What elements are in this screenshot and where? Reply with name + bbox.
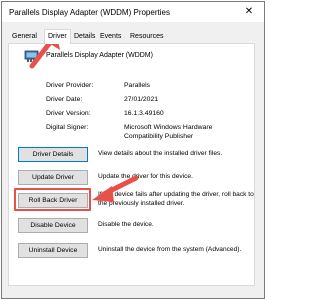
button-arrow-annotation bbox=[92, 175, 139, 202]
driver-date-label: Driver Date: bbox=[46, 96, 83, 103]
tab-details[interactable]: Details bbox=[74, 31, 95, 43]
disable-device-description: Disable the device. bbox=[98, 221, 154, 228]
digital-signer-label: Digital Signer: bbox=[46, 124, 89, 131]
digital-signer-value: Microsoft Windows Hardware Compatibility… bbox=[124, 124, 213, 140]
driver-details-description: View details about the installed driver … bbox=[98, 150, 223, 157]
driver-provider-value: Parallels bbox=[124, 82, 151, 89]
uninstall-device-description: Uninstall the device from the system (Ad… bbox=[98, 246, 242, 253]
disable-device-button[interactable]: Disable Device bbox=[18, 218, 88, 233]
close-button[interactable]: ✕ bbox=[237, 4, 261, 20]
update-driver-button[interactable]: Update Driver bbox=[18, 170, 88, 185]
driver-date-value: 27/01/2021 bbox=[124, 96, 159, 103]
driver-details-button[interactable]: Driver Details bbox=[18, 147, 88, 162]
driver-version-value: 16.1.3.49160 bbox=[124, 110, 164, 117]
driver-version-label: Driver Version: bbox=[46, 110, 91, 117]
uninstall-device-button[interactable]: Uninstall Device bbox=[18, 243, 88, 258]
tab-events[interactable]: Events bbox=[100, 31, 121, 43]
roll-back-highlight-box bbox=[14, 188, 91, 211]
driver-provider-label: Driver Provider: bbox=[46, 82, 94, 89]
title-bar: Parallels Display Adapter (WDDM) Propert… bbox=[2, 2, 264, 22]
window-title: Parallels Display Adapter (WDDM) Propert… bbox=[9, 8, 170, 17]
tab-resources[interactable]: Resources bbox=[130, 31, 163, 43]
tab-driver[interactable]: Driver bbox=[44, 29, 71, 44]
